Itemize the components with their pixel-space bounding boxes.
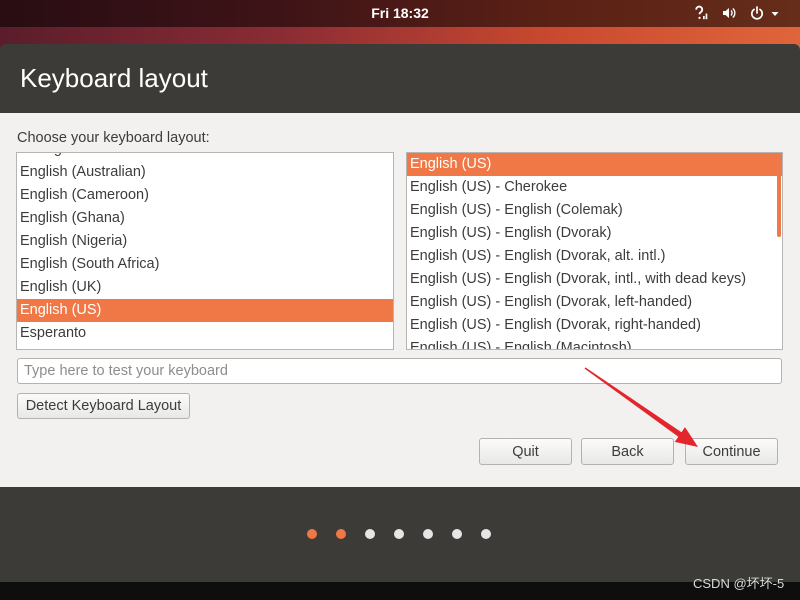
keyboard-layout-list[interactable]: Dzongkha English (Australian) English (C…: [16, 152, 394, 350]
variant-rows: English (US) English (US) - Cherokee Eng…: [407, 153, 782, 349]
list-item[interactable]: English (US) - English (Dvorak, alt. int…: [407, 245, 782, 268]
list-item[interactable]: English (US) - Cherokee: [407, 176, 782, 199]
list-item[interactable]: English (US) - English (Dvorak, intl., w…: [407, 268, 782, 291]
list-item[interactable]: Esperanto: [17, 322, 393, 345]
progress-dot: [394, 529, 404, 539]
list-item[interactable]: English (US): [17, 299, 393, 322]
page-title: Keyboard layout: [20, 63, 208, 93]
bottom-band: [0, 582, 800, 600]
list-item[interactable]: Dzongkha: [17, 153, 393, 161]
installer-window: Keyboard layout Choose your keyboard lay…: [0, 44, 800, 582]
progress-dot: [423, 529, 433, 539]
progress-dot: [307, 529, 317, 539]
layout-prompt-label: Choose your keyboard layout:: [17, 130, 210, 146]
installer-footer: [0, 487, 800, 582]
list-item[interactable]: English (Ghana): [17, 207, 393, 230]
list-item[interactable]: English (US): [407, 153, 782, 176]
progress-dot: [452, 529, 462, 539]
list-item[interactable]: English (US) - English (Dvorak): [407, 222, 782, 245]
continue-button[interactable]: Continue: [685, 438, 778, 465]
power-icon[interactable]: [749, 5, 765, 21]
detect-keyboard-layout-button[interactable]: Detect Keyboard Layout: [17, 393, 190, 419]
variant-list-scrollbar[interactable]: [777, 153, 781, 237]
list-item[interactable]: English (Cameroon): [17, 184, 393, 207]
quit-button[interactable]: Quit: [479, 438, 572, 465]
layout-rows: Dzongkha English (Australian) English (C…: [17, 153, 393, 345]
volume-icon[interactable]: [721, 5, 737, 21]
list-item[interactable]: English (US) - English (Colemak): [407, 199, 782, 222]
desktop: { "top_bar": { "clock": "Fri 18:32", "ic…: [0, 0, 800, 600]
list-item[interactable]: English (Nigeria): [17, 230, 393, 253]
chevron-down-icon[interactable]: [771, 10, 779, 18]
list-item[interactable]: English (UK): [17, 276, 393, 299]
step-progress-indicator: [307, 529, 491, 539]
list-item[interactable]: English (South Africa): [17, 253, 393, 276]
back-button[interactable]: Back: [581, 438, 674, 465]
window-content: Choose your keyboard layout: Dzongkha En…: [0, 113, 800, 487]
clock[interactable]: Fri 18:32: [0, 0, 800, 26]
keyboard-test-input[interactable]: [17, 358, 782, 384]
list-item[interactable]: English (US) - English (Dvorak, right-ha…: [407, 314, 782, 337]
window-header: Keyboard layout: [0, 44, 800, 113]
list-item[interactable]: English (Australian): [17, 161, 393, 184]
progress-dot: [336, 529, 346, 539]
progress-dot: [365, 529, 375, 539]
progress-dot: [481, 529, 491, 539]
list-item[interactable]: English (US) - English (Macintosh): [407, 337, 782, 349]
keyboard-variant-list[interactable]: English (US) English (US) - Cherokee Eng…: [406, 152, 783, 350]
top-panel: Fri 18:32: [0, 0, 800, 27]
watermark: CSDN @坏坏-5: [693, 576, 785, 591]
list-item[interactable]: English (US) - English (Dvorak, left-han…: [407, 291, 782, 314]
network-offline-icon[interactable]: [693, 5, 709, 21]
